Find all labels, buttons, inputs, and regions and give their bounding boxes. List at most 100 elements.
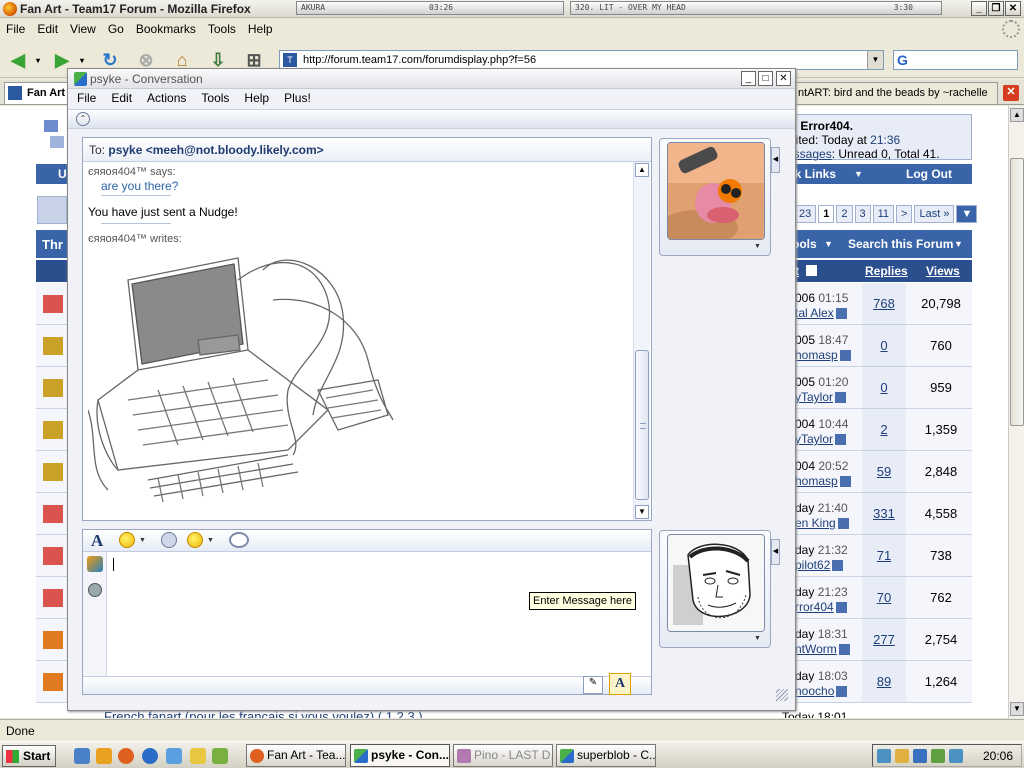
tray-display-icon[interactable] [913, 749, 927, 763]
replies-count[interactable]: 277 [862, 619, 906, 660]
text-mode-icon[interactable]: A [609, 673, 631, 695]
expand-toolbar-icon[interactable]: ⌃ [76, 112, 90, 126]
task-conversation[interactable]: psyke - Con... [350, 744, 450, 767]
replies-count[interactable]: 2 [862, 409, 906, 450]
go-to-last-post-icon[interactable] [835, 602, 847, 614]
replies-count[interactable]: 0 [862, 367, 906, 408]
replies-count[interactable]: 768 [862, 283, 906, 324]
navbar-partial[interactable]: U [58, 167, 67, 181]
minimize-button[interactable]: _ [971, 1, 987, 16]
chevron-down-icon[interactable]: ▼ [207, 537, 214, 544]
contact-avatar[interactable]: ▼ [659, 138, 771, 256]
akura-widget[interactable]: AKURA 03:26 [296, 1, 564, 15]
back-arrow-icon[interactable]: ◀ [6, 49, 30, 71]
conv-menu-help[interactable]: Help [235, 89, 275, 105]
contact-name[interactable]: psyke <meeh@not.bloody.likely.com> [108, 143, 323, 157]
google-search-icon[interactable]: G [897, 52, 908, 68]
replies-count[interactable]: 71 [862, 535, 906, 576]
pager-dropdown-icon[interactable]: ▼ [956, 205, 978, 223]
task-superblob[interactable]: superblob - C... [556, 744, 656, 767]
scroll-up-icon[interactable]: ▲ [635, 163, 649, 177]
scroll-thumb[interactable] [1010, 158, 1024, 426]
winamp-widget[interactable]: 320. LIT - OVER MY HEAD 3:30 [570, 1, 942, 15]
menu-help[interactable]: Help [242, 19, 279, 36]
conv-menu-actions[interactable]: Actions [138, 89, 192, 105]
conv-menu-file[interactable]: File [68, 89, 102, 105]
page-link[interactable]: 23 [794, 205, 817, 223]
nudge-icon[interactable] [229, 532, 249, 548]
menu-file[interactable]: File [0, 19, 31, 36]
maximize-button[interactable]: □ [758, 71, 773, 86]
last-post-user[interactable]: yTaylor [795, 432, 847, 446]
scroll-up-icon[interactable]: ▲ [1010, 108, 1024, 122]
last-post-user[interactable]: rror404 [795, 600, 847, 614]
chevron-down-icon[interactable]: ▼ [139, 537, 146, 544]
restore-button[interactable]: ❐ [988, 1, 1004, 16]
menu-view[interactable]: View [64, 19, 102, 36]
collapse-avatar-icon[interactable]: ◀ [771, 539, 780, 565]
replies-count[interactable]: 0 [862, 325, 906, 366]
collapse-avatar-icon[interactable]: ◀ [771, 147, 780, 173]
conv-menu-plus[interactable]: Plus! [275, 89, 317, 105]
tray-volume-icon[interactable] [895, 749, 909, 763]
chevron-down-icon[interactable]: ▼ [754, 243, 761, 250]
page-link[interactable]: 11 [872, 205, 895, 223]
start-button[interactable]: Start [2, 745, 56, 767]
last-post-user[interactable]: homasp [795, 348, 851, 362]
tray-msn-icon[interactable] [931, 749, 945, 763]
go-to-last-post-icon[interactable] [832, 560, 844, 572]
chevron-down-icon[interactable]: ▼ [754, 635, 761, 642]
replies-column[interactable]: Replies [865, 264, 908, 278]
page-next[interactable]: > [896, 205, 913, 223]
last-post-user[interactable]: ntWorm [795, 642, 850, 656]
quicklaunch-desktop-icon[interactable] [212, 748, 228, 764]
menu-go[interactable]: Go [102, 19, 130, 36]
url-bar[interactable]: T http://forum.team17.com/forumdisplay.p… [279, 50, 884, 70]
replies-count[interactable]: 70 [862, 577, 906, 618]
url-history-dropdown-icon[interactable]: ▼ [867, 51, 883, 69]
replies-count[interactable]: 331 [862, 493, 906, 534]
wink-icon[interactable] [187, 532, 203, 548]
tab-deviantart[interactable]: ntART: bird and the beads by ~rachelle [795, 82, 998, 104]
scroll-down-icon[interactable]: ▼ [1010, 702, 1024, 716]
go-to-last-post-icon[interactable] [836, 686, 848, 698]
replies-count[interactable]: 59 [862, 451, 906, 492]
quicklaunch-ie-icon[interactable] [142, 748, 158, 764]
handwrite-mode-icon[interactable]: ✎ [583, 676, 603, 694]
close-button[interactable]: ✕ [776, 71, 791, 86]
task-pino[interactable]: Pino - LAST D... [453, 744, 553, 767]
new-thread-icon[interactable] [37, 196, 67, 224]
quicklaunch-explorer-icon[interactable] [166, 748, 182, 764]
search-forum-menu[interactable]: Search this Forum [848, 237, 953, 251]
last-post-user[interactable]: noocho [795, 684, 848, 698]
tray-connection-icon[interactable] [949, 749, 963, 763]
go-to-last-post-icon[interactable] [835, 392, 847, 404]
back-dropdown-icon[interactable]: ▾ [32, 49, 44, 71]
minimize-button[interactable]: _ [741, 71, 756, 86]
handwriting-icon[interactable] [87, 556, 103, 572]
font-icon[interactable]: A [91, 531, 103, 551]
go-to-last-post-icon[interactable] [838, 644, 850, 656]
message-input[interactable] [111, 556, 641, 666]
scroll-down-icon[interactable]: ▼ [635, 505, 649, 519]
go-to-last-post-icon[interactable] [835, 434, 847, 446]
message-scrollbar[interactable]: ▲ ▼ [633, 162, 650, 520]
page-link[interactable]: 3 [854, 205, 871, 223]
emoticon-icon[interactable] [119, 532, 135, 548]
task-firefox[interactable]: Fan Art - Tea... [246, 744, 346, 767]
replies-count[interactable]: 89 [862, 661, 906, 702]
search-bar[interactable]: G [893, 50, 1018, 70]
last-post-user[interactable]: tal Alex [795, 306, 847, 320]
go-to-last-post-icon[interactable] [839, 350, 851, 362]
close-tab-icon[interactable]: ✕ [1003, 85, 1019, 101]
go-to-last-post-icon[interactable] [837, 518, 849, 530]
menu-bookmarks[interactable]: Bookmarks [130, 19, 202, 36]
sort-icon[interactable] [806, 265, 817, 276]
resize-grip[interactable] [776, 689, 788, 701]
logout-link[interactable]: Log Out [906, 167, 952, 181]
page-link[interactable]: 2 [836, 205, 853, 223]
quicklaunch-firefox-icon[interactable] [118, 748, 134, 764]
last-post-user[interactable]: homasp [795, 474, 851, 488]
tab-fan-art[interactable]: Fan Art [4, 82, 68, 104]
page-last[interactable]: Last » [914, 205, 955, 223]
